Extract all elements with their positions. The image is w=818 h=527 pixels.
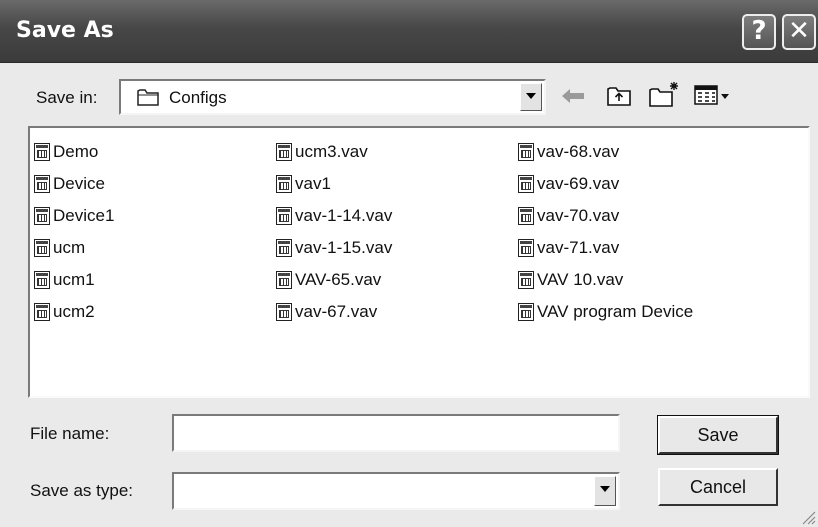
new-folder-icon[interactable] — [648, 80, 682, 108]
list-item[interactable]: vav-1-15.vav — [276, 236, 392, 260]
save-in-dropdown[interactable]: Configs — [119, 79, 546, 115]
file-icon — [518, 143, 534, 161]
folder-icon — [137, 89, 159, 106]
list-item[interactable]: vav1 — [276, 172, 331, 196]
file-icon — [276, 303, 292, 321]
list-item[interactable]: vav-71.vav — [518, 236, 619, 260]
file-icon — [276, 207, 292, 225]
file-icon — [34, 207, 50, 225]
file-icon — [276, 175, 292, 193]
save-button[interactable]: Save — [657, 415, 779, 455]
close-button[interactable]: ✕ — [782, 14, 816, 50]
window-title: Save As — [16, 18, 114, 43]
list-item[interactable]: vav-69.vav — [518, 172, 619, 196]
current-folder: Configs — [169, 88, 227, 107]
list-item[interactable]: vav-70.vav — [518, 204, 619, 228]
list-item[interactable]: ucm — [34, 236, 85, 260]
file-icon — [34, 303, 50, 321]
file-icon — [34, 175, 50, 193]
file-icon — [34, 239, 50, 257]
resize-grip-icon[interactable] — [800, 509, 816, 525]
list-item[interactable]: Device — [34, 172, 105, 196]
file-icon — [518, 271, 534, 289]
list-item[interactable]: Demo — [34, 140, 98, 164]
file-icon — [276, 239, 292, 257]
file-icon — [518, 175, 534, 193]
help-icon: ? — [751, 16, 767, 46]
list-item[interactable]: ucm1 — [34, 268, 95, 292]
title-bar: Save As ? ✕ — [0, 0, 818, 63]
file-name-label: File name: — [30, 424, 110, 443]
list-item[interactable]: ucm3.vav — [276, 140, 368, 164]
list-item[interactable]: vav-68.vav — [518, 140, 619, 164]
chevron-down-icon[interactable] — [594, 476, 616, 506]
help-button[interactable]: ? — [742, 14, 776, 50]
close-icon: ✕ — [788, 16, 810, 46]
file-name-field[interactable] — [172, 414, 620, 452]
list-item[interactable]: vav-1-14.vav — [276, 204, 392, 228]
file-icon — [276, 143, 292, 161]
file-icon — [276, 271, 292, 289]
up-one-level-icon[interactable] — [606, 83, 632, 107]
file-icon — [34, 143, 50, 161]
list-item[interactable]: vav-67.vav — [276, 300, 377, 324]
list-item[interactable]: ucm2 — [34, 300, 95, 324]
file-icon — [518, 207, 534, 225]
file-list[interactable]: Demo Device Device1 ucm ucm1 ucm2 ucm3.v… — [28, 126, 810, 398]
save-in-label: Save in: — [36, 88, 98, 107]
cancel-button[interactable]: Cancel — [658, 468, 778, 506]
save-as-type-label: Save as type: — [30, 481, 134, 500]
file-icon — [518, 303, 534, 321]
view-menu-icon[interactable] — [694, 84, 730, 106]
chevron-down-icon[interactable] — [520, 83, 542, 111]
back-arrow-icon[interactable] — [560, 86, 586, 106]
file-icon — [34, 271, 50, 289]
list-item[interactable]: Device1 — [34, 204, 114, 228]
save-as-type-dropdown[interactable] — [172, 472, 620, 510]
list-item[interactable]: VAV program Device — [518, 300, 693, 324]
list-item[interactable]: VAV-65.vav — [276, 268, 381, 292]
list-item[interactable]: VAV 10.vav — [518, 268, 623, 292]
file-icon — [518, 239, 534, 257]
